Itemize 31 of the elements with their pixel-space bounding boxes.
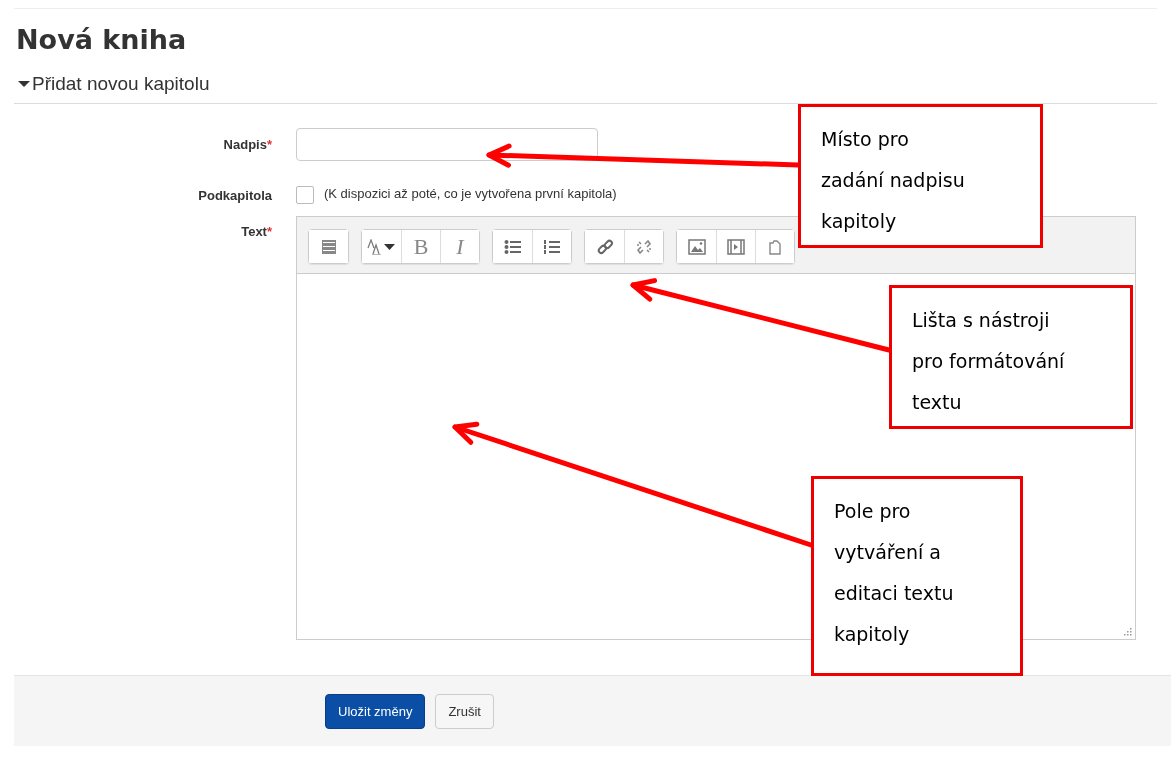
save-button[interactable]: Uložit změny: [325, 693, 426, 729]
toolbar-button[interactable]: [677, 230, 716, 263]
callout-note: Pole pro vytváření a editaci textu kapitoly: [811, 476, 1023, 676]
cancel-button[interactable]: Zrušit: [435, 693, 494, 729]
callout-note: Lišta s nástroji pro formátování textu: [889, 285, 1133, 429]
bullet-list-icon: [503, 238, 522, 255]
required-mark: *: [266, 224, 272, 239]
resize-grip-icon: [1124, 628, 1132, 636]
link-icon: [595, 238, 614, 255]
image-icon: [687, 238, 706, 255]
checkbox[interactable]: [296, 186, 314, 204]
toolbar-button[interactable]: [309, 230, 348, 263]
numbered-list-icon: [543, 238, 561, 255]
toolbar-button[interactable]: [585, 230, 624, 263]
title-input[interactable]: [296, 128, 598, 161]
font-style-icon: [366, 238, 397, 255]
unlink-icon: [635, 238, 653, 255]
toolbar-button[interactable]: [362, 230, 401, 263]
checkbox-note: (K dispozici až poté, co je vytvořena první kapitola): [324, 186, 617, 201]
toolbar-button[interactable]: [532, 230, 571, 263]
page-title: Nová kniha: [16, 24, 188, 55]
toolbar-button[interactable]: [493, 230, 532, 263]
field-label: Podkapitola: [198, 188, 272, 203]
film-icon: [727, 238, 745, 255]
field-label: Text: [241, 224, 267, 239]
callout-note: Místo pro zadání nadpisu kapitoly: [798, 104, 1043, 248]
files-icon: [767, 238, 783, 255]
bold-button[interactable]: B: [401, 230, 440, 263]
field-label: Nadpis: [223, 137, 267, 152]
required-mark: *: [266, 137, 272, 152]
italic-button[interactable]: I: [440, 230, 479, 263]
